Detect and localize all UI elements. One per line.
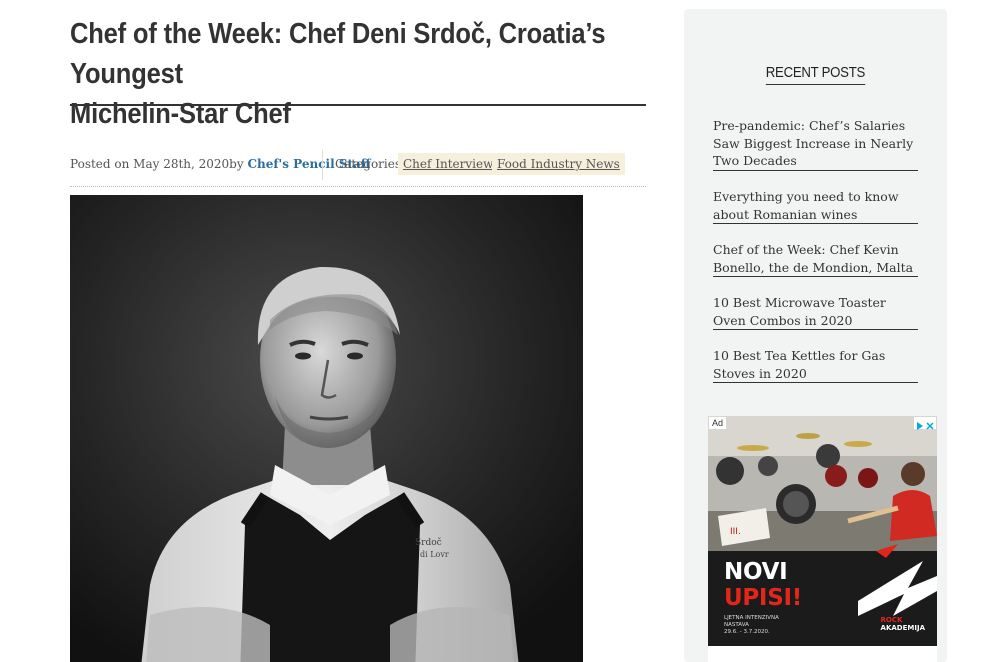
article: Chef of the Week: Chef Deni Srdoč, Croat… — [70, 14, 646, 662]
meta-separator — [322, 150, 323, 180]
sidebar-ad[interactable]: III. Ad NOVI UPISI! LJETNA INTENZIVNA NA… — [708, 416, 937, 646]
ad-subtext-line-2: NASTAVA — [724, 622, 749, 628]
post-date: Posted on May 28th, 2020by Chef's Pencil… — [70, 157, 371, 171]
ad-headline-line-2: UPISI! — [724, 585, 802, 611]
ad-subtext-line-1: LJETNA INTENZIVNA — [724, 615, 779, 621]
svg-text:III.: III. — [730, 527, 741, 537]
recent-posts-heading: RECENT POSTS — [684, 62, 947, 85]
ad-footer — [708, 646, 937, 662]
post-date-text: Posted on May 28th, 2020by — [70, 157, 244, 171]
ad-headline: NOVI UPISI! — [724, 559, 802, 611]
title-divider — [70, 104, 646, 106]
ad-image: III. — [708, 416, 937, 646]
recent-post-link[interactable]: Everything you need to know about Romani… — [713, 188, 918, 224]
ad-headline-line-1: NOVI — [724, 559, 788, 585]
ad-subtext: LJETNA INTENZIVNA NASTAVA 29.6. - 3.7.20… — [724, 615, 779, 636]
category-tag-food-industry-news[interactable]: Food Industry News — [492, 153, 625, 175]
ad-badge: Ad — [709, 417, 727, 429]
ad-brand-prefix: ROCK — [880, 616, 903, 624]
ad-subtext-line-3: 29.6. - 3.7.2020. — [724, 629, 770, 635]
recent-post-link[interactable]: Chef of the Week: Chef Kevin Bonello, th… — [713, 241, 918, 277]
ad-brand: ROCK AKADEMIJA — [881, 616, 925, 632]
post-title: Chef of the Week: Chef Deni Srdoč, Croat… — [70, 14, 642, 134]
recent-post-link[interactable]: Pre-pandemic: Chef’s Salaries Saw Bigges… — [713, 117, 918, 171]
post-title-line-2: Michelin-Star Chef — [70, 98, 291, 130]
categories-label: Categories: — [335, 157, 406, 171]
recent-post-link[interactable]: 10 Best Tea Kettles for Gas Stoves in 20… — [713, 347, 918, 383]
hero-image: Srdoč di Lovr — [70, 195, 583, 662]
category-tag-chef-interviews[interactable]: Chef Interviews — [398, 153, 505, 175]
meta-divider — [70, 186, 646, 187]
ad-brand-name: AKADEMIJA — [880, 624, 925, 632]
post-title-line-1: Chef of the Week: Chef Deni Srdoč, Croat… — [70, 18, 606, 90]
sidebar: RECENT POSTS Pre-pandemic: Chef’s Salari… — [684, 9, 947, 662]
recent-post-link[interactable]: 10 Best Microwave Toaster Oven Combos in… — [713, 294, 918, 330]
post-meta: Posted on May 28th, 2020by Chef's Pencil… — [70, 146, 646, 187]
svg-text:di Lovr: di Lovr — [420, 550, 449, 559]
recent-posts-title: RECENT POSTS — [765, 64, 865, 85]
ad-choices-icon[interactable] — [914, 417, 936, 430]
svg-text:Srdoč: Srdoč — [415, 537, 442, 548]
